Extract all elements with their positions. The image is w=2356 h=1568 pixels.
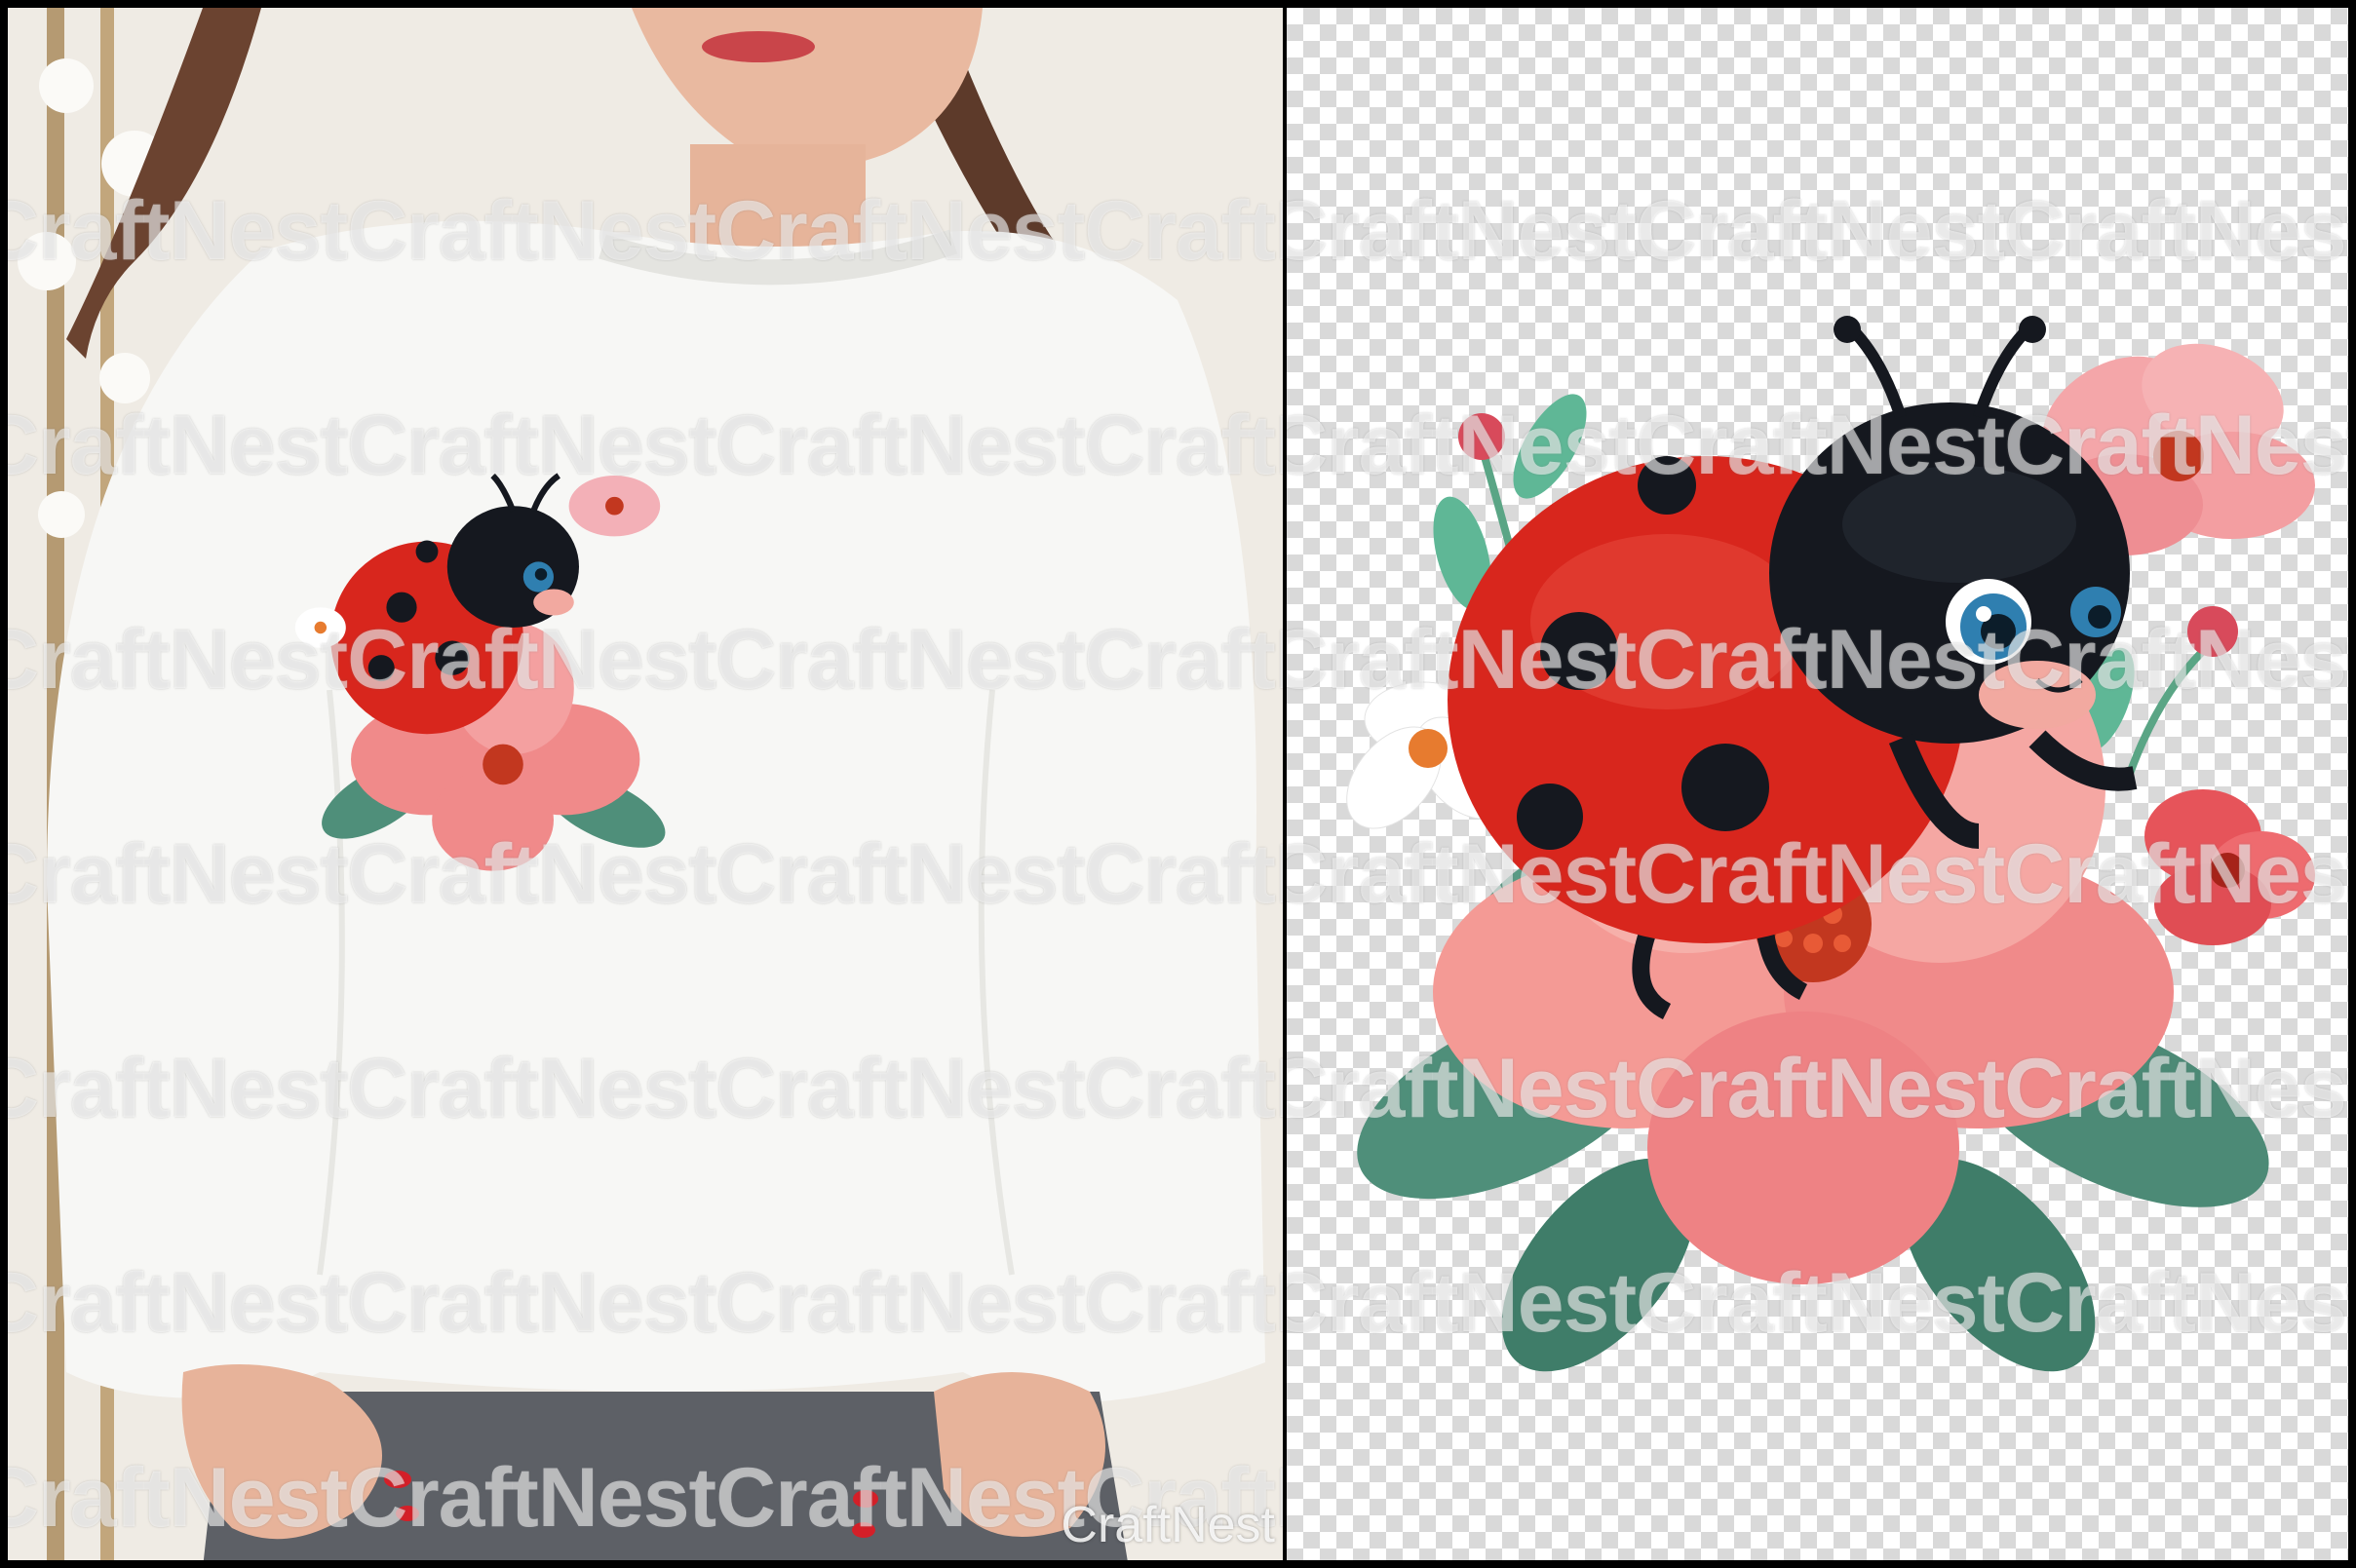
watermark-row: CraftNestCraftNestCraftNestCraftNestCraf… xyxy=(1287,613,2348,707)
transparent-clipart-preview: CraftNestCraftNestCraftNestCraftNestCraf… xyxy=(1287,8,2348,1560)
sweatshirt-mockup-photo: CraftNestCraftNestCraftNestCraftNestCraf… xyxy=(8,8,1283,1560)
watermark-row: CraftNestCraftNestCraftNestCraftNestCraf… xyxy=(1287,1256,2348,1350)
watermark-row: CraftNestCraftNestCraftNestCraftNestCraf… xyxy=(1287,1042,2348,1135)
watermark-row: CraftNestCraftNestCraftNestCraftNestCraf… xyxy=(8,399,1283,492)
lips xyxy=(702,31,815,62)
watermark-row: CraftNestCraftNestCraftNestCraftNestCraf… xyxy=(1287,827,2348,921)
corner-watermark: CraftNest xyxy=(1061,1497,1275,1553)
watermark-row: CraftNestCraftNestCraftNestCraftNestCraf… xyxy=(1287,184,2348,278)
watermark-row: CraftNestCraftNestCraftNestCraftNestCraf… xyxy=(8,1042,1283,1135)
watermark-row: CraftNestCraftNestCraftNestCraftNestCraf… xyxy=(8,184,1283,278)
watermark-row: CraftNestCraftNestCraftNestCraftNestCraf… xyxy=(8,613,1283,707)
image-frame: CraftNestCraftNestCraftNestCraftNestCraf… xyxy=(0,0,2356,1568)
watermark-row: CraftNestCraftNestCraftNestCraftNestCraf… xyxy=(8,1256,1283,1350)
watermark-row: CraftNestCraftNestCraftNestCraftNestCraf… xyxy=(8,827,1283,921)
watermark-row: CraftNestCraftNestCraftNestCraftNestCraf… xyxy=(1287,399,2348,492)
